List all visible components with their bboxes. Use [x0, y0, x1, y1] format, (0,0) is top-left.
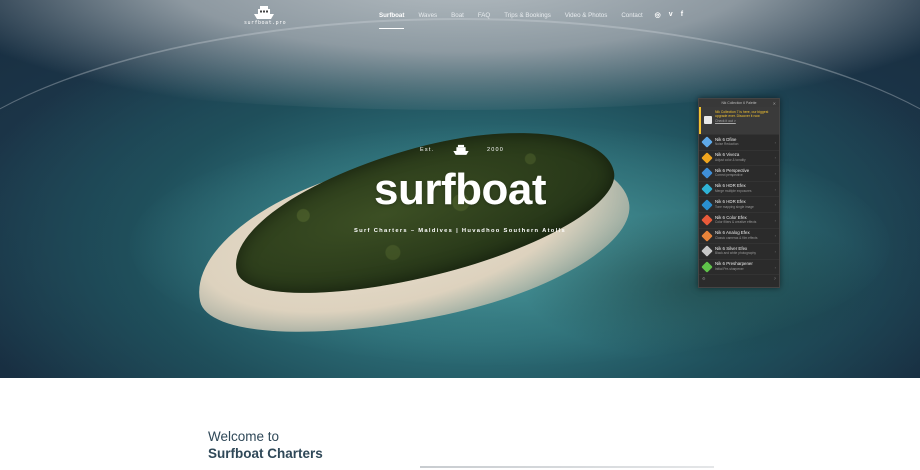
nik-tool-desc: Tone mapping single image — [715, 204, 754, 209]
nik-panel-title: Nik Collection 6 Palette — [721, 101, 757, 105]
nik-collection-panel: Nik Collection 6 Palette ✕ Nik Collectio… — [698, 98, 780, 288]
chevron-right-icon: › — [774, 217, 776, 223]
nik-tool-icon — [701, 183, 713, 195]
chevron-right-icon: › — [774, 202, 776, 208]
nik-upgrade-notice[interactable]: Nik Collection 7 is here, our biggest up… — [699, 107, 779, 134]
nik-tool-desc: Black and white photography — [715, 251, 756, 256]
nik-tool-item[interactable]: Nik 6 Analog Efex Classic cameras & film … — [699, 227, 779, 244]
est-row: Est. 2000 — [420, 143, 504, 156]
nik-tool-item[interactable]: Nik 6 HDR Efex Tone mapping single image › — [699, 196, 779, 212]
nik-tool-item[interactable]: Nik 6 HDR Efex Merge multiple exposures › — [699, 180, 779, 197]
nik-tool-icon — [701, 167, 713, 180]
chevron-right-icon: › — [774, 139, 776, 145]
nik-tool-item[interactable]: Nik 6 Silver Efex Black and white photogr… — [699, 243, 779, 259]
welcome-line-1: Welcome to — [208, 429, 280, 444]
est-year: 2000 — [486, 146, 504, 153]
nik-tool-desc: Color filters & creative effects — [715, 220, 757, 225]
welcome-line-2: Surfboat Charters — [208, 446, 323, 461]
nav-item-video-photos[interactable]: Video & Photos — [565, 12, 608, 19]
hero-subtitle: Surf Charters – Maldives | Huvadhoo Sout… — [353, 228, 566, 234]
nik-notice-icon — [704, 116, 712, 124]
vimeo-icon[interactable]: v — [669, 11, 673, 19]
nik-tool-desc: Noise Reduction — [715, 142, 739, 147]
nik-tool-icon — [701, 152, 713, 164]
boat-logo-icon — [254, 6, 274, 19]
nik-tool-icon — [701, 230, 713, 242]
nik-tool-icon — [701, 261, 713, 273]
instagram-icon[interactable]: ◎ — [655, 11, 661, 19]
nik-tool-icon — [701, 214, 713, 226]
nik-tool-desc: Initial Pre-sharpener — [715, 267, 744, 272]
nik-tool-icon — [701, 136, 713, 148]
nik-tool-desc: Merge multiple exposures — [715, 189, 752, 194]
chevron-right-icon: › — [774, 170, 776, 176]
est-label: Est. — [420, 146, 435, 153]
nav-item-surfboat[interactable]: Surfboat — [379, 12, 405, 29]
nik-tool-item[interactable]: Nik 6 Presharpener Initial Pre-sharpener › — [699, 258, 779, 275]
nav-item-trips-bookings[interactable]: Trips & Bookings — [504, 12, 551, 19]
nik-tool-icon — [701, 199, 713, 211]
hero-banner: surfboat.pro Surfboat Waves Boat FAQ Tri… — [0, 0, 920, 378]
social-links: ◎ v f — [655, 11, 683, 19]
hero-title: surfboat — [374, 165, 547, 214]
chevron-right-icon: › — [774, 186, 776, 192]
nik-panel-footer: ⚙ ? — [699, 274, 779, 282]
section-divider — [420, 466, 714, 468]
welcome-heading: Welcome to Surfboat Charters — [208, 429, 323, 461]
help-icon[interactable]: ? — [774, 276, 776, 281]
chevron-right-icon: › — [774, 264, 776, 270]
page: surfboat.pro Surfboat Waves Boat FAQ Tri… — [0, 0, 920, 470]
chevron-right-icon: › — [774, 233, 776, 239]
nik-tool-item[interactable]: Nik 6 Color Efex Color filters & creative… — [699, 211, 779, 228]
nav-item-faq[interactable]: FAQ — [478, 12, 490, 19]
nik-tool-list: Nik 6 Dfine Noise Reduction › Nik 6 Viveza A… — [699, 134, 779, 274]
nik-notice-text: Nik Collection 7 is here, our biggest up… — [715, 110, 769, 119]
nik-panel-header[interactable]: Nik Collection 6 Palette ✕ — [699, 99, 779, 107]
settings-icon[interactable]: ⚙ — [702, 276, 706, 281]
site-logo[interactable]: surfboat.pro — [244, 4, 287, 28]
nik-tool-item[interactable]: Nik 6 Perspective Correct perspective › — [699, 165, 779, 181]
nik-notice-link[interactable]: Check it out > — [715, 119, 776, 123]
close-icon[interactable]: ✕ — [773, 101, 776, 106]
nik-tool-item[interactable]: Nik 6 Dfine Noise Reduction › — [699, 134, 779, 150]
main-nav: Surfboat Waves Boat FAQ Trips & Bookings… — [379, 11, 683, 29]
nik-tool-desc: Adjust color & tonality — [715, 157, 746, 162]
nik-tool-desc: Classic cameras & film effects — [715, 235, 758, 240]
logo-text: surfboat.pro — [244, 20, 287, 26]
nav-item-boat[interactable]: Boat — [451, 12, 464, 19]
nik-tool-icon — [701, 245, 713, 258]
nik-tool-desc: Correct perspective — [715, 173, 743, 178]
boat-small-icon — [452, 144, 469, 155]
nav-item-contact[interactable]: Contact — [621, 12, 642, 19]
facebook-icon[interactable]: f — [681, 11, 683, 19]
chevron-right-icon: › — [774, 248, 776, 254]
nik-tool-item[interactable]: Nik 6 Viveza Adjust color & tonality › — [699, 149, 779, 166]
nav-item-waves[interactable]: Waves — [418, 12, 437, 19]
chevron-right-icon: › — [774, 155, 776, 161]
